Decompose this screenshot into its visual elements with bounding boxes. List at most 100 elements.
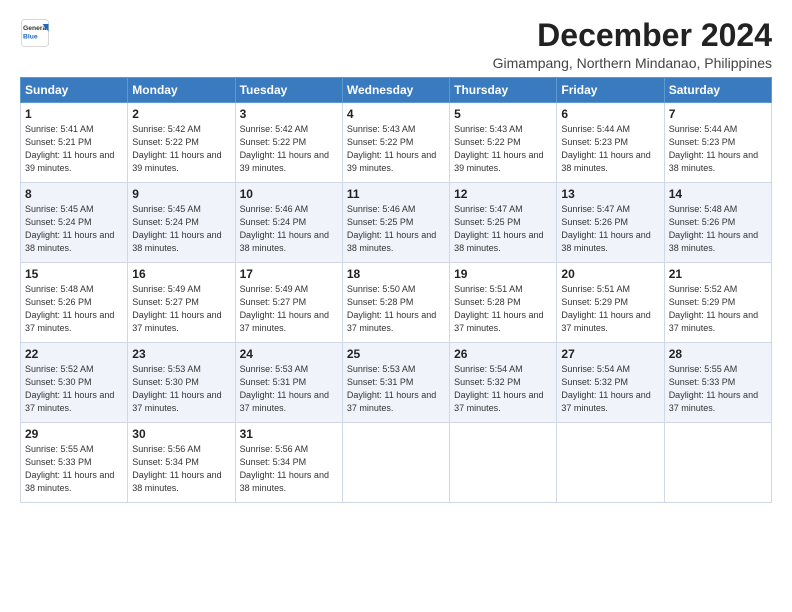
cell-content: Sunrise: 5:53 AMSunset: 5:31 PMDaylight:… bbox=[240, 364, 329, 413]
cell-content: Sunrise: 5:56 AMSunset: 5:34 PMDaylight:… bbox=[240, 444, 329, 493]
calendar-cell: 17 Sunrise: 5:49 AMSunset: 5:27 PMDaylig… bbox=[235, 263, 342, 343]
month-title: December 2024 bbox=[493, 18, 772, 53]
calendar-cell: 3 Sunrise: 5:42 AMSunset: 5:22 PMDayligh… bbox=[235, 103, 342, 183]
day-number: 25 bbox=[347, 347, 445, 361]
day-number: 7 bbox=[669, 107, 767, 121]
cell-content: Sunrise: 5:45 AMSunset: 5:24 PMDaylight:… bbox=[25, 204, 114, 253]
calendar-cell: 24 Sunrise: 5:53 AMSunset: 5:31 PMDaylig… bbox=[235, 343, 342, 423]
calendar-cell: 27 Sunrise: 5:54 AMSunset: 5:32 PMDaylig… bbox=[557, 343, 664, 423]
day-number: 29 bbox=[25, 427, 123, 441]
cell-content: Sunrise: 5:49 AMSunset: 5:27 PMDaylight:… bbox=[132, 284, 221, 333]
calendar-cell: 18 Sunrise: 5:50 AMSunset: 5:28 PMDaylig… bbox=[342, 263, 449, 343]
calendar-cell: 12 Sunrise: 5:47 AMSunset: 5:25 PMDaylig… bbox=[450, 183, 557, 263]
day-number: 12 bbox=[454, 187, 552, 201]
col-monday: Monday bbox=[128, 78, 235, 103]
location: Gimampang, Northern Mindanao, Philippine… bbox=[493, 55, 772, 71]
day-number: 11 bbox=[347, 187, 445, 201]
calendar-cell: 22 Sunrise: 5:52 AMSunset: 5:30 PMDaylig… bbox=[21, 343, 128, 423]
cell-content: Sunrise: 5:56 AMSunset: 5:34 PMDaylight:… bbox=[132, 444, 221, 493]
day-number: 8 bbox=[25, 187, 123, 201]
calendar-cell: 2 Sunrise: 5:42 AMSunset: 5:22 PMDayligh… bbox=[128, 103, 235, 183]
calendar-cell: 9 Sunrise: 5:45 AMSunset: 5:24 PMDayligh… bbox=[128, 183, 235, 263]
day-number: 23 bbox=[132, 347, 230, 361]
cell-content: Sunrise: 5:44 AMSunset: 5:23 PMDaylight:… bbox=[561, 124, 650, 173]
cell-content: Sunrise: 5:47 AMSunset: 5:26 PMDaylight:… bbox=[561, 204, 650, 253]
col-wednesday: Wednesday bbox=[342, 78, 449, 103]
day-number: 31 bbox=[240, 427, 338, 441]
day-number: 9 bbox=[132, 187, 230, 201]
day-number: 17 bbox=[240, 267, 338, 281]
col-sunday: Sunday bbox=[21, 78, 128, 103]
calendar-cell: 25 Sunrise: 5:53 AMSunset: 5:31 PMDaylig… bbox=[342, 343, 449, 423]
calendar-cell: 13 Sunrise: 5:47 AMSunset: 5:26 PMDaylig… bbox=[557, 183, 664, 263]
cell-content: Sunrise: 5:46 AMSunset: 5:24 PMDaylight:… bbox=[240, 204, 329, 253]
logo: General Blue bbox=[20, 18, 50, 48]
day-number: 18 bbox=[347, 267, 445, 281]
calendar-cell: 20 Sunrise: 5:51 AMSunset: 5:29 PMDaylig… bbox=[557, 263, 664, 343]
svg-text:Blue: Blue bbox=[23, 33, 38, 40]
day-number: 1 bbox=[25, 107, 123, 121]
calendar-cell: 31 Sunrise: 5:56 AMSunset: 5:34 PMDaylig… bbox=[235, 423, 342, 503]
cell-content: Sunrise: 5:52 AMSunset: 5:29 PMDaylight:… bbox=[669, 284, 758, 333]
calendar-cell: 16 Sunrise: 5:49 AMSunset: 5:27 PMDaylig… bbox=[128, 263, 235, 343]
day-number: 10 bbox=[240, 187, 338, 201]
cell-content: Sunrise: 5:46 AMSunset: 5:25 PMDaylight:… bbox=[347, 204, 436, 253]
day-number: 26 bbox=[454, 347, 552, 361]
calendar-cell: 10 Sunrise: 5:46 AMSunset: 5:24 PMDaylig… bbox=[235, 183, 342, 263]
col-thursday: Thursday bbox=[450, 78, 557, 103]
cell-content: Sunrise: 5:43 AMSunset: 5:22 PMDaylight:… bbox=[347, 124, 436, 173]
cell-content: Sunrise: 5:47 AMSunset: 5:25 PMDaylight:… bbox=[454, 204, 543, 253]
col-friday: Friday bbox=[557, 78, 664, 103]
calendar-header-row: Sunday Monday Tuesday Wednesday Thursday… bbox=[21, 78, 772, 103]
cell-content: Sunrise: 5:53 AMSunset: 5:30 PMDaylight:… bbox=[132, 364, 221, 413]
calendar-cell: 28 Sunrise: 5:55 AMSunset: 5:33 PMDaylig… bbox=[664, 343, 771, 423]
day-number: 3 bbox=[240, 107, 338, 121]
header: General Blue December 2024 Gimampang, No… bbox=[20, 18, 772, 71]
cell-content: Sunrise: 5:48 AMSunset: 5:26 PMDaylight:… bbox=[669, 204, 758, 253]
calendar-cell: 5 Sunrise: 5:43 AMSunset: 5:22 PMDayligh… bbox=[450, 103, 557, 183]
day-number: 30 bbox=[132, 427, 230, 441]
calendar-cell bbox=[342, 423, 449, 503]
day-number: 6 bbox=[561, 107, 659, 121]
calendar-week-row: 8 Sunrise: 5:45 AMSunset: 5:24 PMDayligh… bbox=[21, 183, 772, 263]
calendar-cell: 30 Sunrise: 5:56 AMSunset: 5:34 PMDaylig… bbox=[128, 423, 235, 503]
page: General Blue December 2024 Gimampang, No… bbox=[0, 0, 792, 612]
calendar-cell: 4 Sunrise: 5:43 AMSunset: 5:22 PMDayligh… bbox=[342, 103, 449, 183]
calendar-cell bbox=[664, 423, 771, 503]
cell-content: Sunrise: 5:51 AMSunset: 5:28 PMDaylight:… bbox=[454, 284, 543, 333]
logo-icon: General Blue bbox=[20, 18, 50, 48]
day-number: 24 bbox=[240, 347, 338, 361]
calendar-cell: 23 Sunrise: 5:53 AMSunset: 5:30 PMDaylig… bbox=[128, 343, 235, 423]
cell-content: Sunrise: 5:44 AMSunset: 5:23 PMDaylight:… bbox=[669, 124, 758, 173]
cell-content: Sunrise: 5:42 AMSunset: 5:22 PMDaylight:… bbox=[132, 124, 221, 173]
calendar-week-row: 22 Sunrise: 5:52 AMSunset: 5:30 PMDaylig… bbox=[21, 343, 772, 423]
calendar-cell: 11 Sunrise: 5:46 AMSunset: 5:25 PMDaylig… bbox=[342, 183, 449, 263]
cell-content: Sunrise: 5:53 AMSunset: 5:31 PMDaylight:… bbox=[347, 364, 436, 413]
calendar-table: Sunday Monday Tuesday Wednesday Thursday… bbox=[20, 77, 772, 503]
calendar-week-row: 1 Sunrise: 5:41 AMSunset: 5:21 PMDayligh… bbox=[21, 103, 772, 183]
calendar-cell: 7 Sunrise: 5:44 AMSunset: 5:23 PMDayligh… bbox=[664, 103, 771, 183]
calendar-cell: 19 Sunrise: 5:51 AMSunset: 5:28 PMDaylig… bbox=[450, 263, 557, 343]
day-number: 27 bbox=[561, 347, 659, 361]
cell-content: Sunrise: 5:43 AMSunset: 5:22 PMDaylight:… bbox=[454, 124, 543, 173]
calendar-cell: 6 Sunrise: 5:44 AMSunset: 5:23 PMDayligh… bbox=[557, 103, 664, 183]
day-number: 22 bbox=[25, 347, 123, 361]
col-saturday: Saturday bbox=[664, 78, 771, 103]
calendar-cell: 8 Sunrise: 5:45 AMSunset: 5:24 PMDayligh… bbox=[21, 183, 128, 263]
calendar-week-row: 15 Sunrise: 5:48 AMSunset: 5:26 PMDaylig… bbox=[21, 263, 772, 343]
day-number: 28 bbox=[669, 347, 767, 361]
cell-content: Sunrise: 5:48 AMSunset: 5:26 PMDaylight:… bbox=[25, 284, 114, 333]
calendar-cell bbox=[450, 423, 557, 503]
calendar-cell: 29 Sunrise: 5:55 AMSunset: 5:33 PMDaylig… bbox=[21, 423, 128, 503]
calendar-cell: 14 Sunrise: 5:48 AMSunset: 5:26 PMDaylig… bbox=[664, 183, 771, 263]
day-number: 19 bbox=[454, 267, 552, 281]
day-number: 16 bbox=[132, 267, 230, 281]
calendar-cell: 26 Sunrise: 5:54 AMSunset: 5:32 PMDaylig… bbox=[450, 343, 557, 423]
calendar-cell: 1 Sunrise: 5:41 AMSunset: 5:21 PMDayligh… bbox=[21, 103, 128, 183]
cell-content: Sunrise: 5:55 AMSunset: 5:33 PMDaylight:… bbox=[669, 364, 758, 413]
day-number: 5 bbox=[454, 107, 552, 121]
calendar-cell: 21 Sunrise: 5:52 AMSunset: 5:29 PMDaylig… bbox=[664, 263, 771, 343]
cell-content: Sunrise: 5:52 AMSunset: 5:30 PMDaylight:… bbox=[25, 364, 114, 413]
cell-content: Sunrise: 5:41 AMSunset: 5:21 PMDaylight:… bbox=[25, 124, 114, 173]
calendar-cell bbox=[557, 423, 664, 503]
